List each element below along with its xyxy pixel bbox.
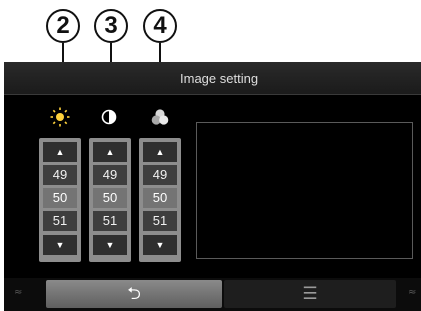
saturation-value-prev[interactable]: 49: [143, 165, 177, 185]
saturation-control: ▲ 49 50 51 ▼: [139, 138, 181, 262]
contrast-up-button[interactable]: ▲: [93, 142, 127, 162]
color-saturation-icon: [148, 107, 172, 127]
back-button[interactable]: ⮌: [46, 280, 222, 308]
saturation-down-button[interactable]: ▼: [143, 235, 177, 255]
right-edge-marker: ≈: [408, 287, 417, 298]
saturation-up-button[interactable]: ▲: [143, 142, 177, 162]
brightness-value-prev[interactable]: 49: [43, 165, 77, 185]
brightness-up-button[interactable]: ▲: [43, 142, 77, 162]
infotainment-screen: Image setting ▲ 49 50 51 ▼ ▲ 49 50 51 ▼ …: [4, 62, 421, 311]
menu-button[interactable]: ☰: [224, 280, 396, 308]
callout-3: 3: [94, 9, 128, 43]
contrast-value-prev[interactable]: 49: [93, 165, 127, 185]
left-edge-marker: ≈: [14, 287, 23, 298]
contrast-value-selected[interactable]: 50: [93, 188, 127, 208]
brightness-down-button[interactable]: ▼: [43, 235, 77, 255]
contrast-half-circle-icon: [97, 107, 121, 127]
contrast-value-next[interactable]: 51: [93, 211, 127, 231]
back-arrow-icon: ⮌: [127, 284, 141, 304]
list-menu-icon: ☰: [302, 284, 318, 304]
callout-2: 2: [46, 9, 80, 43]
brightness-value-next[interactable]: 51: [43, 211, 77, 231]
brightness-control: ▲ 49 50 51 ▼: [39, 138, 81, 262]
bottom-bar: ⮌ ☰: [4, 278, 421, 311]
saturation-value-selected[interactable]: 50: [143, 188, 177, 208]
saturation-value-next[interactable]: 51: [143, 211, 177, 231]
contrast-down-button[interactable]: ▼: [93, 235, 127, 255]
image-preview-frame: [196, 122, 413, 259]
contrast-control: ▲ 49 50 51 ▼: [89, 138, 131, 262]
brightness-value-selected[interactable]: 50: [43, 188, 77, 208]
brightness-sun-icon: [48, 107, 72, 127]
callout-4: 4: [143, 9, 177, 43]
title-bar: Image setting: [4, 62, 421, 95]
page-title: Image setting: [180, 71, 259, 86]
